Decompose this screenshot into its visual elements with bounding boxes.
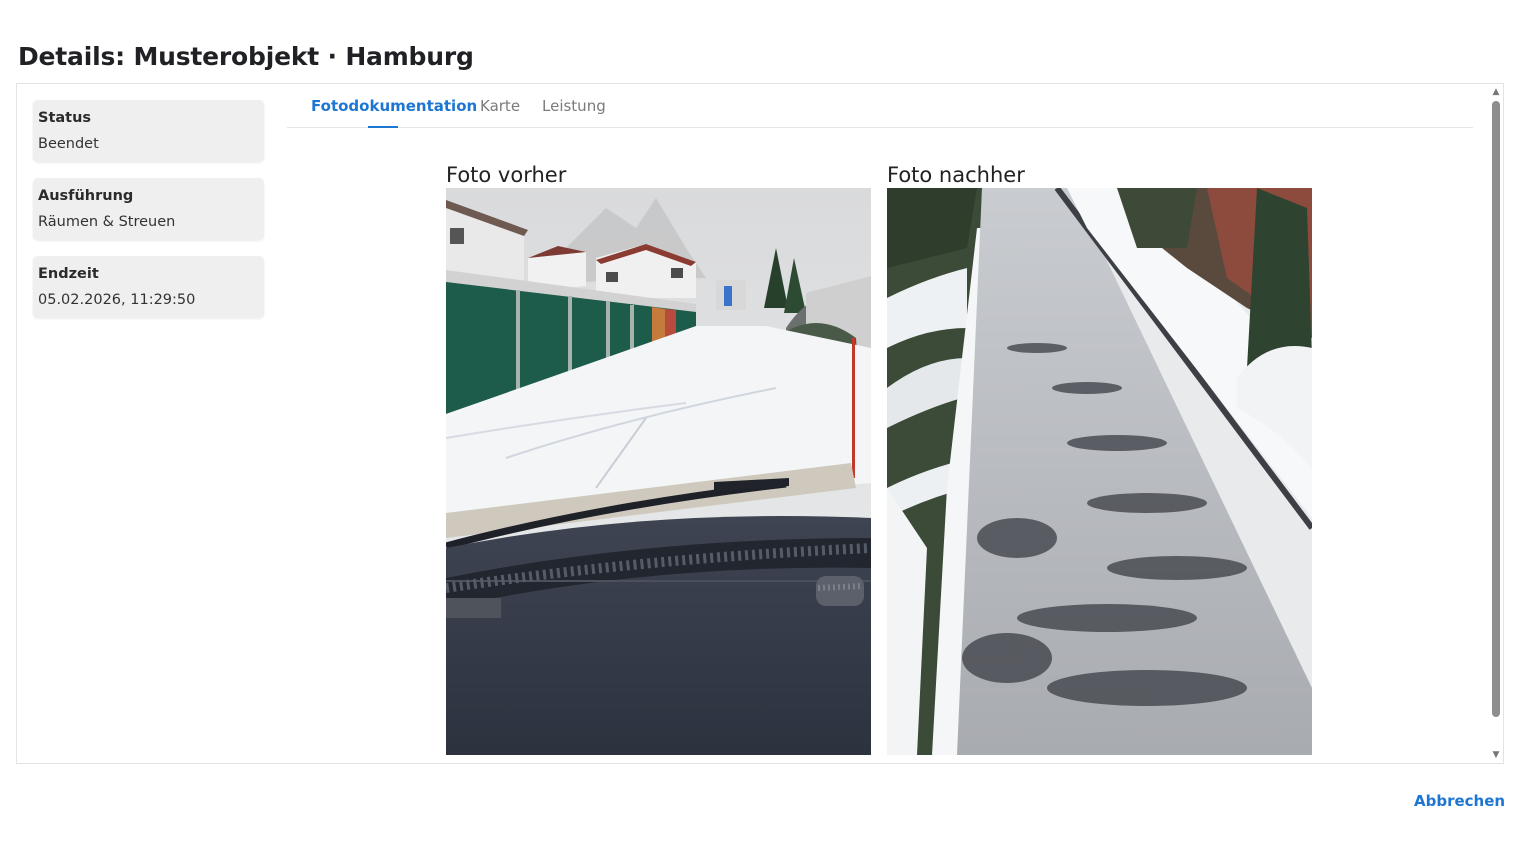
status-label: Status [38,110,92,126]
end-time-card: Endzeit 05.02.2026, 11:29:50 [33,256,264,318]
details-panel: Status Beendet Ausführung Räumen & Streu… [16,83,1504,764]
info-sidebar: Status Beendet Ausführung Räumen & Streu… [33,100,264,334]
scrollbar-thumb[interactable] [1492,101,1500,717]
execution-value: Räumen & Streuen [38,214,176,230]
photo-before-block: Foto vorher [446,162,871,755]
end-time-label: Endzeit [38,266,99,282]
active-tab-indicator [368,126,398,128]
end-time-value: 05.02.2026, 11:29:50 [38,292,196,308]
scroll-up-icon[interactable]: ▲ [1491,87,1501,97]
photo-after-block: Foto nachher [887,162,1312,755]
dialog-title: Details: Musterobjekt · Hamburg [18,42,474,71]
execution-label: Ausführung [38,188,134,204]
vertical-scrollbar[interactable]: ▲ ▼ [1489,84,1503,763]
photo-after-image[interactable] [887,188,1312,755]
tab-photo-documentation[interactable]: Fotodokumentation [311,97,477,115]
status-card: Status Beendet [33,100,264,162]
photo-before-image[interactable] [446,188,871,755]
tab-service[interactable]: Leistung [542,97,606,115]
photo-after-title: Foto nachher [887,163,1025,187]
photo-before-title: Foto vorher [446,163,567,187]
cancel-button[interactable]: Abbrechen [1414,792,1505,810]
status-value: Beendet [38,136,99,152]
tab-map[interactable]: Karte [480,97,520,115]
tab-bar: Fotodokumentation Karte Leistung [287,84,1473,128]
scroll-down-icon[interactable]: ▼ [1491,750,1501,760]
execution-card: Ausführung Räumen & Streuen [33,178,264,240]
